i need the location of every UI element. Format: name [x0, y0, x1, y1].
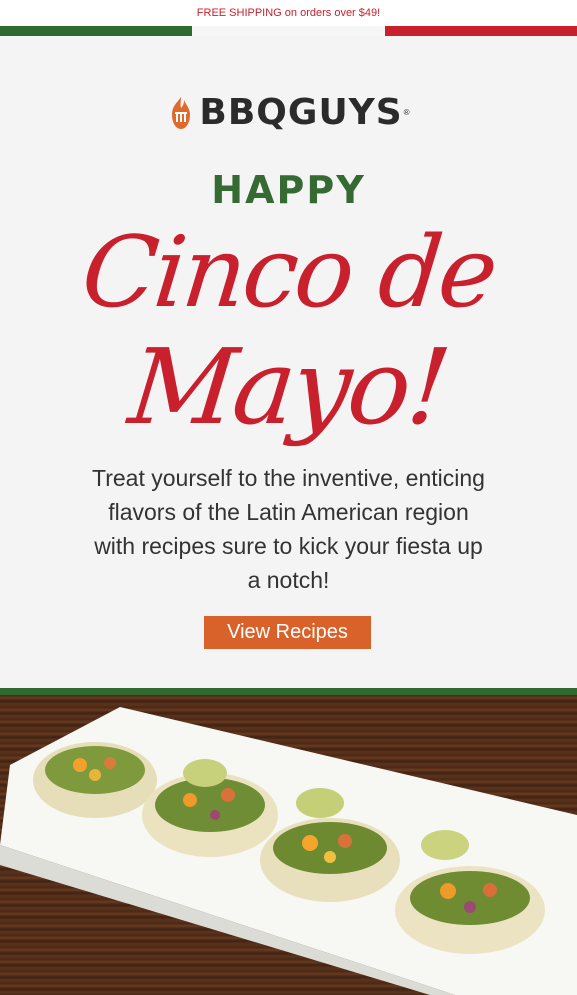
flag-red-stripe — [384, 26, 577, 36]
logo-wordmark: BBQGUYS — [199, 92, 403, 133]
hero-description: Treat yourself to the inventive, enticin… — [92, 465, 485, 593]
green-divider — [0, 688, 577, 695]
flag-green-stripe — [0, 26, 193, 36]
free-shipping-text: FREE SHIPPING on orders over $49! — [196, 7, 381, 19]
bbqguys-logo[interactable]: BBQGUYS ® — [0, 92, 577, 133]
happy-heading: HAPPY — [211, 168, 366, 212]
tacos-illustration — [0, 707, 577, 995]
hero-section: BBQGUYS ® HAPPY Cinco de Mayo! Treat you… — [0, 36, 577, 688]
flag-white-stripe — [192, 26, 385, 36]
grill-flame-icon — [172, 96, 191, 129]
free-shipping-banner[interactable]: FREE SHIPPING on orders over $49! — [0, 0, 577, 26]
mayo-title: Mayo! — [123, 326, 454, 448]
view-recipes-button[interactable]: View Recipes — [204, 616, 371, 649]
cinco-de-title: Cinco de — [76, 216, 501, 330]
flag-stripe — [0, 26, 577, 36]
tacos-photo[interactable] — [0, 695, 577, 995]
taco-1 — [33, 742, 157, 818]
registered-mark: ® — [403, 108, 410, 117]
